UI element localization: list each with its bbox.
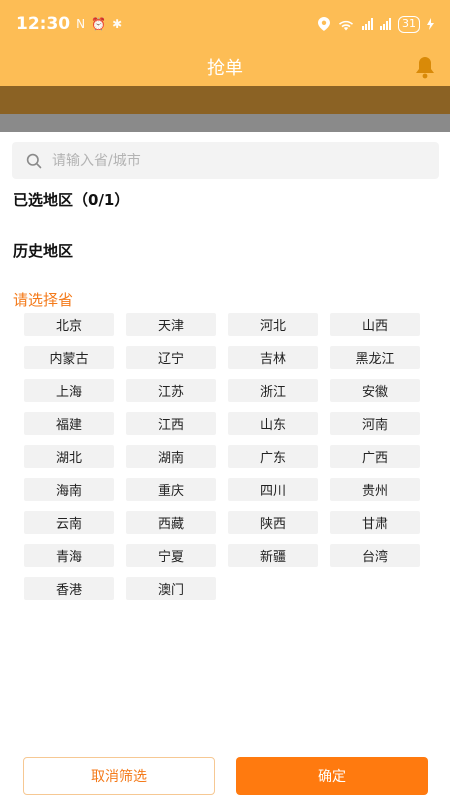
province-chip[interactable]: 四川 bbox=[228, 478, 318, 501]
bottom-action-bar: 取消筛选 确定 bbox=[0, 757, 450, 800]
charging-icon bbox=[427, 18, 434, 30]
province-chip[interactable]: 河北 bbox=[228, 313, 318, 336]
nav-bar: 抢单 bbox=[0, 48, 450, 86]
reset-filter-button[interactable]: 取消筛选 bbox=[23, 757, 215, 795]
bell-icon[interactable] bbox=[414, 55, 436, 79]
province-chip[interactable]: 辽宁 bbox=[126, 346, 216, 369]
province-section-title: 请选择省 bbox=[13, 291, 74, 309]
province-chip[interactable]: 福建 bbox=[24, 412, 114, 435]
province-chip[interactable]: 湖南 bbox=[126, 445, 216, 468]
region-filter-panel: 已选地区（0/1） 历史地区 请选择省 北京天津河北山西内蒙古辽宁吉林黑龙江上海… bbox=[0, 132, 450, 800]
province-chip[interactable]: 北京 bbox=[24, 313, 114, 336]
province-chip[interactable]: 重庆 bbox=[126, 478, 216, 501]
province-chip[interactable]: 江苏 bbox=[126, 379, 216, 402]
signal-icon bbox=[362, 18, 373, 30]
search-icon bbox=[26, 153, 42, 168]
bluetooth-icon: ✱ bbox=[112, 17, 123, 31]
status-bar: 12:30 N ⏰ ✱ 31 bbox=[0, 0, 450, 48]
province-chip[interactable]: 江西 bbox=[126, 412, 216, 435]
province-grid: 北京 天津 河北 山西内蒙古 辽宁 吉林 黑龙江上海 江苏 浙江 安徽福建 江西 山东 河南湖北 湖南 广东… bbox=[24, 313, 424, 600]
province-chip[interactable]: 西藏 bbox=[126, 511, 216, 534]
selected-regions-title: 已选地区（0/1） bbox=[13, 191, 130, 209]
page-title: 抢单 bbox=[207, 58, 243, 79]
alarm-icon: ⏰ bbox=[91, 17, 107, 31]
province-chip[interactable]: 陕西 bbox=[228, 511, 318, 534]
battery-icon: 31 bbox=[398, 15, 420, 33]
province-chip[interactable]: 甘肃 bbox=[330, 511, 420, 534]
province-chip[interactable]: 广东 bbox=[228, 445, 318, 468]
status-right: 31 bbox=[318, 15, 434, 33]
dimmed-banner bbox=[0, 86, 450, 114]
province-chip[interactable]: 浙江 bbox=[228, 379, 318, 402]
province-chip[interactable]: 云南 bbox=[24, 511, 114, 534]
province-chip[interactable]: 香港 bbox=[24, 577, 114, 600]
province-chip[interactable]: 内蒙古 bbox=[24, 346, 114, 369]
province-chip[interactable]: 湖北 bbox=[24, 445, 114, 468]
province-chip[interactable]: 广西 bbox=[330, 445, 420, 468]
status-left: 12:30 N ⏰ ✱ bbox=[16, 14, 122, 34]
wifi-icon bbox=[338, 20, 354, 30]
search-input[interactable] bbox=[52, 152, 412, 169]
province-chip[interactable]: 贵州 bbox=[330, 478, 420, 501]
province-chip[interactable]: 安徽 bbox=[330, 379, 420, 402]
location-icon bbox=[318, 17, 330, 31]
search-box[interactable] bbox=[12, 142, 439, 179]
province-chip[interactable]: 河南 bbox=[330, 412, 420, 435]
nfc-icon: N bbox=[76, 17, 86, 31]
province-chip[interactable]: 青海 bbox=[24, 544, 114, 567]
province-chip[interactable]: 澳门 bbox=[126, 577, 216, 600]
province-chip[interactable]: 山西 bbox=[330, 313, 420, 336]
status-time: 12:30 bbox=[16, 14, 71, 34]
province-chip[interactable]: 上海 bbox=[24, 379, 114, 402]
province-chip[interactable]: 宁夏 bbox=[126, 544, 216, 567]
province-chip[interactable]: 台湾 bbox=[330, 544, 420, 567]
province-chip[interactable]: 海南 bbox=[24, 478, 114, 501]
history-regions-title: 历史地区 bbox=[13, 242, 74, 260]
confirm-button[interactable]: 确定 bbox=[236, 757, 428, 795]
province-chip[interactable]: 新疆 bbox=[228, 544, 318, 567]
province-chip[interactable]: 山东 bbox=[228, 412, 318, 435]
signal-icon-2 bbox=[380, 18, 391, 30]
province-chip[interactable]: 黑龙江 bbox=[330, 346, 420, 369]
province-chip[interactable]: 天津 bbox=[126, 313, 216, 336]
province-chip[interactable]: 吉林 bbox=[228, 346, 318, 369]
dimmed-tabs bbox=[0, 114, 450, 248]
